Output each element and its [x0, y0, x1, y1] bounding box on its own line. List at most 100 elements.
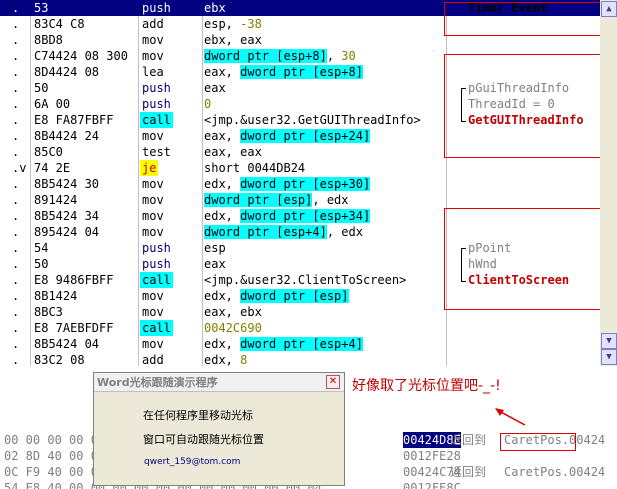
row-mnemonic: mov	[142, 129, 164, 143]
annotation-box	[500, 433, 576, 451]
vertical-scrollbar[interactable]: ▲ ▼ ▼	[600, 0, 617, 366]
row-marker: .	[12, 305, 20, 319]
dump-target: CaretPos.00424	[504, 465, 606, 479]
operand-part: eax,	[204, 129, 241, 143]
row-marker: .	[12, 321, 20, 335]
demo-dialog[interactable]: Word光标跟随演示程序 ✕ 在任何程序里移动光标 窗口可自动跟随光标位置 qw…	[93, 372, 345, 486]
row-hex: 85C0	[34, 145, 63, 159]
dialog-title: Word光标跟随演示程序	[97, 376, 218, 389]
row-mnemonic: mov	[142, 209, 164, 223]
operand-part: ,	[326, 49, 342, 63]
row-marker: .	[12, 33, 20, 47]
row-mnemonic: mov	[142, 177, 164, 191]
operand-part: edx,	[204, 177, 241, 191]
row-hex: 891424	[34, 193, 78, 207]
disassembly-pane[interactable]: . 53 push ebx. 83C4 C8 add esp, -38. 8BD8 mov ebx…	[0, 0, 600, 366]
row-operands: eax, dword ptr [esp+8]	[204, 64, 363, 80]
row-hex: 895424 04	[34, 225, 100, 239]
operand-part: 8	[240, 353, 248, 366]
dialog-line: 窗口可自动跟随光标位置	[143, 433, 264, 446]
row-operands: edx, dword ptr [esp]	[204, 288, 349, 304]
row-hex: 74 2E	[34, 161, 71, 175]
row-mnemonic: lea	[142, 65, 164, 79]
operand-part: eax, ebx	[204, 305, 262, 319]
row-marker: .v	[12, 161, 27, 175]
row-mnemonic: add	[142, 17, 164, 31]
row-mnemonic: mov	[142, 289, 164, 303]
row-operands: eax, ebx	[204, 304, 262, 320]
disasm-row[interactable]: . 891424 mov dword ptr [esp], edx	[0, 192, 600, 208]
operand-part: dword ptr [esp+34]	[240, 209, 371, 223]
operand-part: , edx	[326, 225, 363, 239]
operand-part: eax, eax	[204, 145, 262, 159]
row-marker: .	[12, 145, 20, 159]
operand-part: edx,	[204, 289, 241, 303]
row-operands: esp, -38	[204, 16, 262, 32]
disasm-row[interactable]: .v 74 2E je short 0044DB24	[0, 160, 600, 176]
row-operands: dword ptr [esp], edx	[204, 192, 349, 208]
row-mnemonic: mov	[142, 305, 164, 319]
disasm-row[interactable]: . 8B5424 04 mov edx, dword ptr [esp+4]	[0, 336, 600, 352]
annotation-box	[444, 2, 600, 36]
row-marker: .	[12, 129, 20, 143]
operand-part: dword ptr [esp]	[240, 289, 349, 303]
row-operands: ebx, eax	[204, 32, 262, 48]
operand-part: edx,	[204, 209, 241, 223]
operand-part: edx,	[204, 353, 241, 366]
disasm-row[interactable]: . E8 7AEBFDFF call 0042C690	[0, 320, 600, 336]
row-marker: .	[12, 177, 20, 191]
row-marker: .	[12, 225, 20, 239]
row-marker: .	[12, 209, 20, 223]
row-hex: 8B4424 24	[34, 129, 100, 143]
row-mnemonic: mov	[142, 33, 164, 47]
scroll-down-icon[interactable]: ▼	[601, 333, 617, 349]
dialog-titlebar[interactable]: Word光标跟随演示程序 ✕	[94, 373, 344, 392]
operand-part: dword ptr [esp+4]	[204, 225, 327, 239]
row-marker: .	[12, 65, 20, 79]
row-hex: 83C4 C8	[34, 17, 85, 31]
annotation-arrow-icon	[495, 408, 526, 426]
operand-part: dword ptr [esp]	[204, 193, 313, 207]
operand-part: 0042C690	[204, 321, 262, 335]
row-operands: edx, dword ptr [esp+30]	[204, 176, 371, 192]
operand-part: dword ptr [esp+8]	[204, 49, 327, 63]
row-operands: dword ptr [esp+8], 30	[204, 48, 356, 64]
row-operands: eax, eax	[204, 144, 262, 160]
operand-part: -38	[240, 17, 262, 31]
operand-part: esp,	[204, 17, 241, 31]
row-marker: .	[12, 289, 20, 303]
row-mnemonic: mov	[142, 225, 164, 239]
row-mnemonic: mov	[142, 193, 164, 207]
row-hex: 8B5424 34	[34, 209, 100, 223]
row-mnemonic: add	[142, 353, 164, 366]
disasm-row[interactable]: . 8B5424 30 mov edx, dword ptr [esp+30]	[0, 176, 600, 192]
operand-part: dword ptr [esp+4]	[240, 337, 363, 351]
row-hex: 8B1424	[34, 289, 78, 303]
operand-part: short 0044DB24	[204, 161, 306, 175]
operand-part: eax,	[204, 65, 241, 79]
operand-part: dword ptr [esp+24]	[240, 129, 371, 143]
row-marker: .	[12, 353, 20, 366]
dialog-email: qwert_159@tom.com	[144, 457, 241, 467]
scroll-down-icon[interactable]: ▼	[601, 349, 617, 365]
row-operands: edx, dword ptr [esp+34]	[204, 208, 371, 224]
scroll-up-icon[interactable]: ▲	[601, 1, 617, 17]
dump-comment: 返回到	[450, 465, 487, 479]
operand-part: dword ptr [esp+8]	[240, 65, 363, 79]
close-icon[interactable]: ✕	[326, 375, 340, 389]
row-marker: .	[12, 17, 20, 31]
row-hex: 8B5424 30	[34, 177, 100, 191]
operand-part: edx,	[204, 337, 241, 351]
annotation-box	[444, 208, 600, 310]
operand-part: , edx	[312, 193, 349, 207]
row-operands: 0042C690	[204, 320, 262, 336]
annotation-note: 好像取了光标位置吧-_-!	[352, 378, 501, 394]
dump-value: 0012FE8C	[403, 481, 461, 489]
operand-part: ebx, eax	[204, 33, 262, 47]
row-hex: 8BD8	[34, 33, 63, 47]
row-operands: short 0044DB24	[204, 160, 305, 176]
disasm-row[interactable]: . 83C2 08 add edx, 8	[0, 352, 600, 366]
row-mnemonic: je	[140, 160, 159, 176]
row-mnemonic: test	[142, 145, 171, 159]
dump-value: 0012FE28	[403, 449, 461, 463]
